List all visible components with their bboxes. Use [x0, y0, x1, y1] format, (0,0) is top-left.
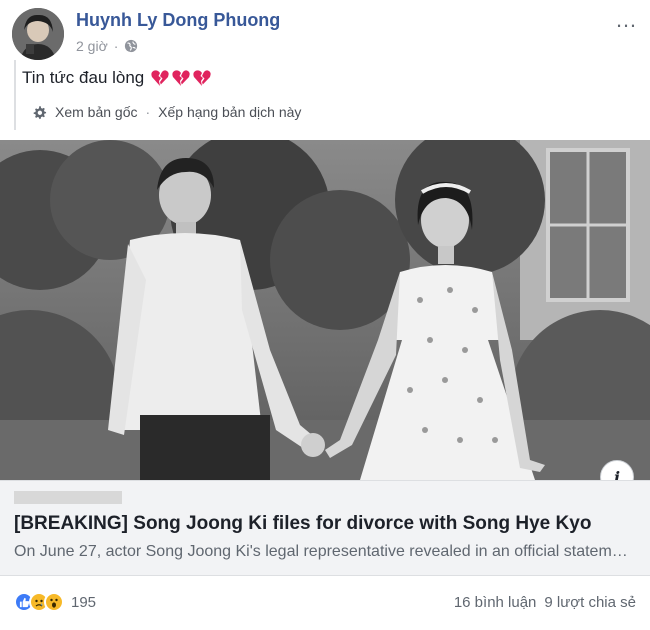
- author-name[interactable]: Huynh Ly Dong Phuong: [76, 10, 280, 31]
- post-message: Tin tức đau lòng: [22, 68, 145, 87]
- post-image[interactable]: [0, 140, 650, 480]
- separator-dot: ·: [145, 104, 151, 120]
- translation-bar: Xem bản gốc · Xếp hạng bản dịch này: [32, 104, 301, 120]
- broken-heart-icon: [172, 70, 190, 86]
- facebook-post: Huynh Ly Dong Phuong 2 giờ · … Tin tức đ…: [0, 0, 650, 630]
- see-original-link[interactable]: Xem bản gốc: [55, 104, 138, 120]
- text-divider: [14, 60, 16, 130]
- post-footer: 195 16 bình luận 9 lượt chia sẻ: [0, 586, 650, 620]
- reaction-count[interactable]: 195: [71, 594, 96, 611]
- rate-translation-link[interactable]: Xếp hạng bản dịch này: [158, 104, 301, 120]
- avatar[interactable]: [12, 8, 64, 60]
- broken-heart-icon: [193, 70, 211, 86]
- broken-heart-icon: [151, 70, 169, 86]
- link-domain-redacted: [14, 491, 122, 504]
- wow-reaction-icon: [44, 592, 64, 612]
- link-preview[interactable]: [BREAKING] Song Joong Ki files for divor…: [0, 480, 650, 576]
- link-description: On June 27, actor Song Joong Ki's legal …: [14, 543, 634, 560]
- broken-heart-emojis: [150, 68, 212, 88]
- shares-count[interactable]: 9 lượt chia sẻ: [544, 594, 636, 611]
- gear-icon[interactable]: [32, 105, 47, 120]
- post-time[interactable]: 2 giờ: [76, 38, 108, 54]
- engagement-counts: 16 bình luận 9 lượt chia sẻ: [454, 594, 636, 611]
- link-headline[interactable]: [BREAKING] Song Joong Ki files for divor…: [14, 513, 591, 535]
- separator-dot: ·: [113, 38, 119, 54]
- globe-icon[interactable]: [124, 39, 138, 53]
- comments-count[interactable]: 16 bình luận: [454, 594, 537, 611]
- post-text: Tin tức đau lòng: [22, 68, 212, 88]
- reactions-summary[interactable]: 195: [14, 592, 96, 612]
- more-options-button[interactable]: …: [615, 9, 638, 31]
- couple-photo: [0, 140, 650, 480]
- post-meta: 2 giờ ·: [76, 38, 138, 54]
